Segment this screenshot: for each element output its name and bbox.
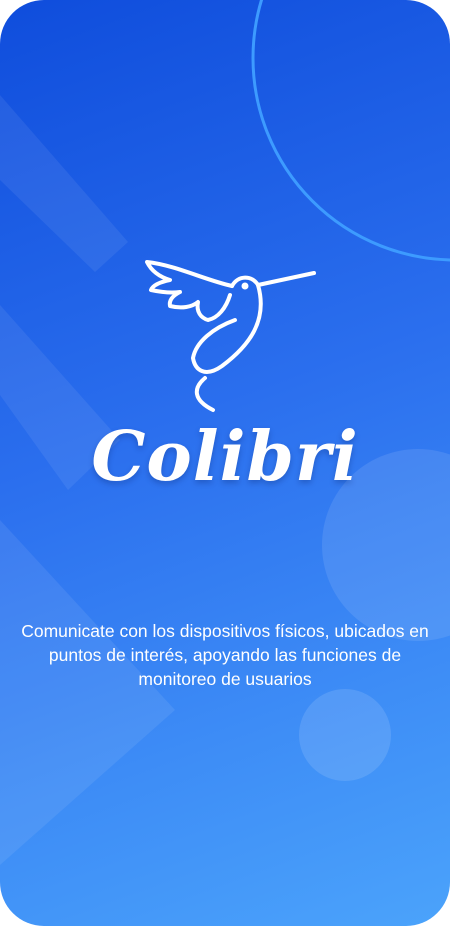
app-name: Colibri — [91, 417, 359, 497]
diagonal-stripe — [0, 520, 175, 865]
hummingbird-icon — [145, 260, 316, 412]
circle-decoration — [299, 689, 391, 781]
ring-decoration — [251, 0, 450, 262]
diagonal-stripe — [0, 95, 128, 272]
splash-screen: Colibri Comunicate con los dispositivos … — [0, 0, 450, 926]
app-tagline: Comunicate con los dispositivos físicos,… — [21, 621, 429, 689]
